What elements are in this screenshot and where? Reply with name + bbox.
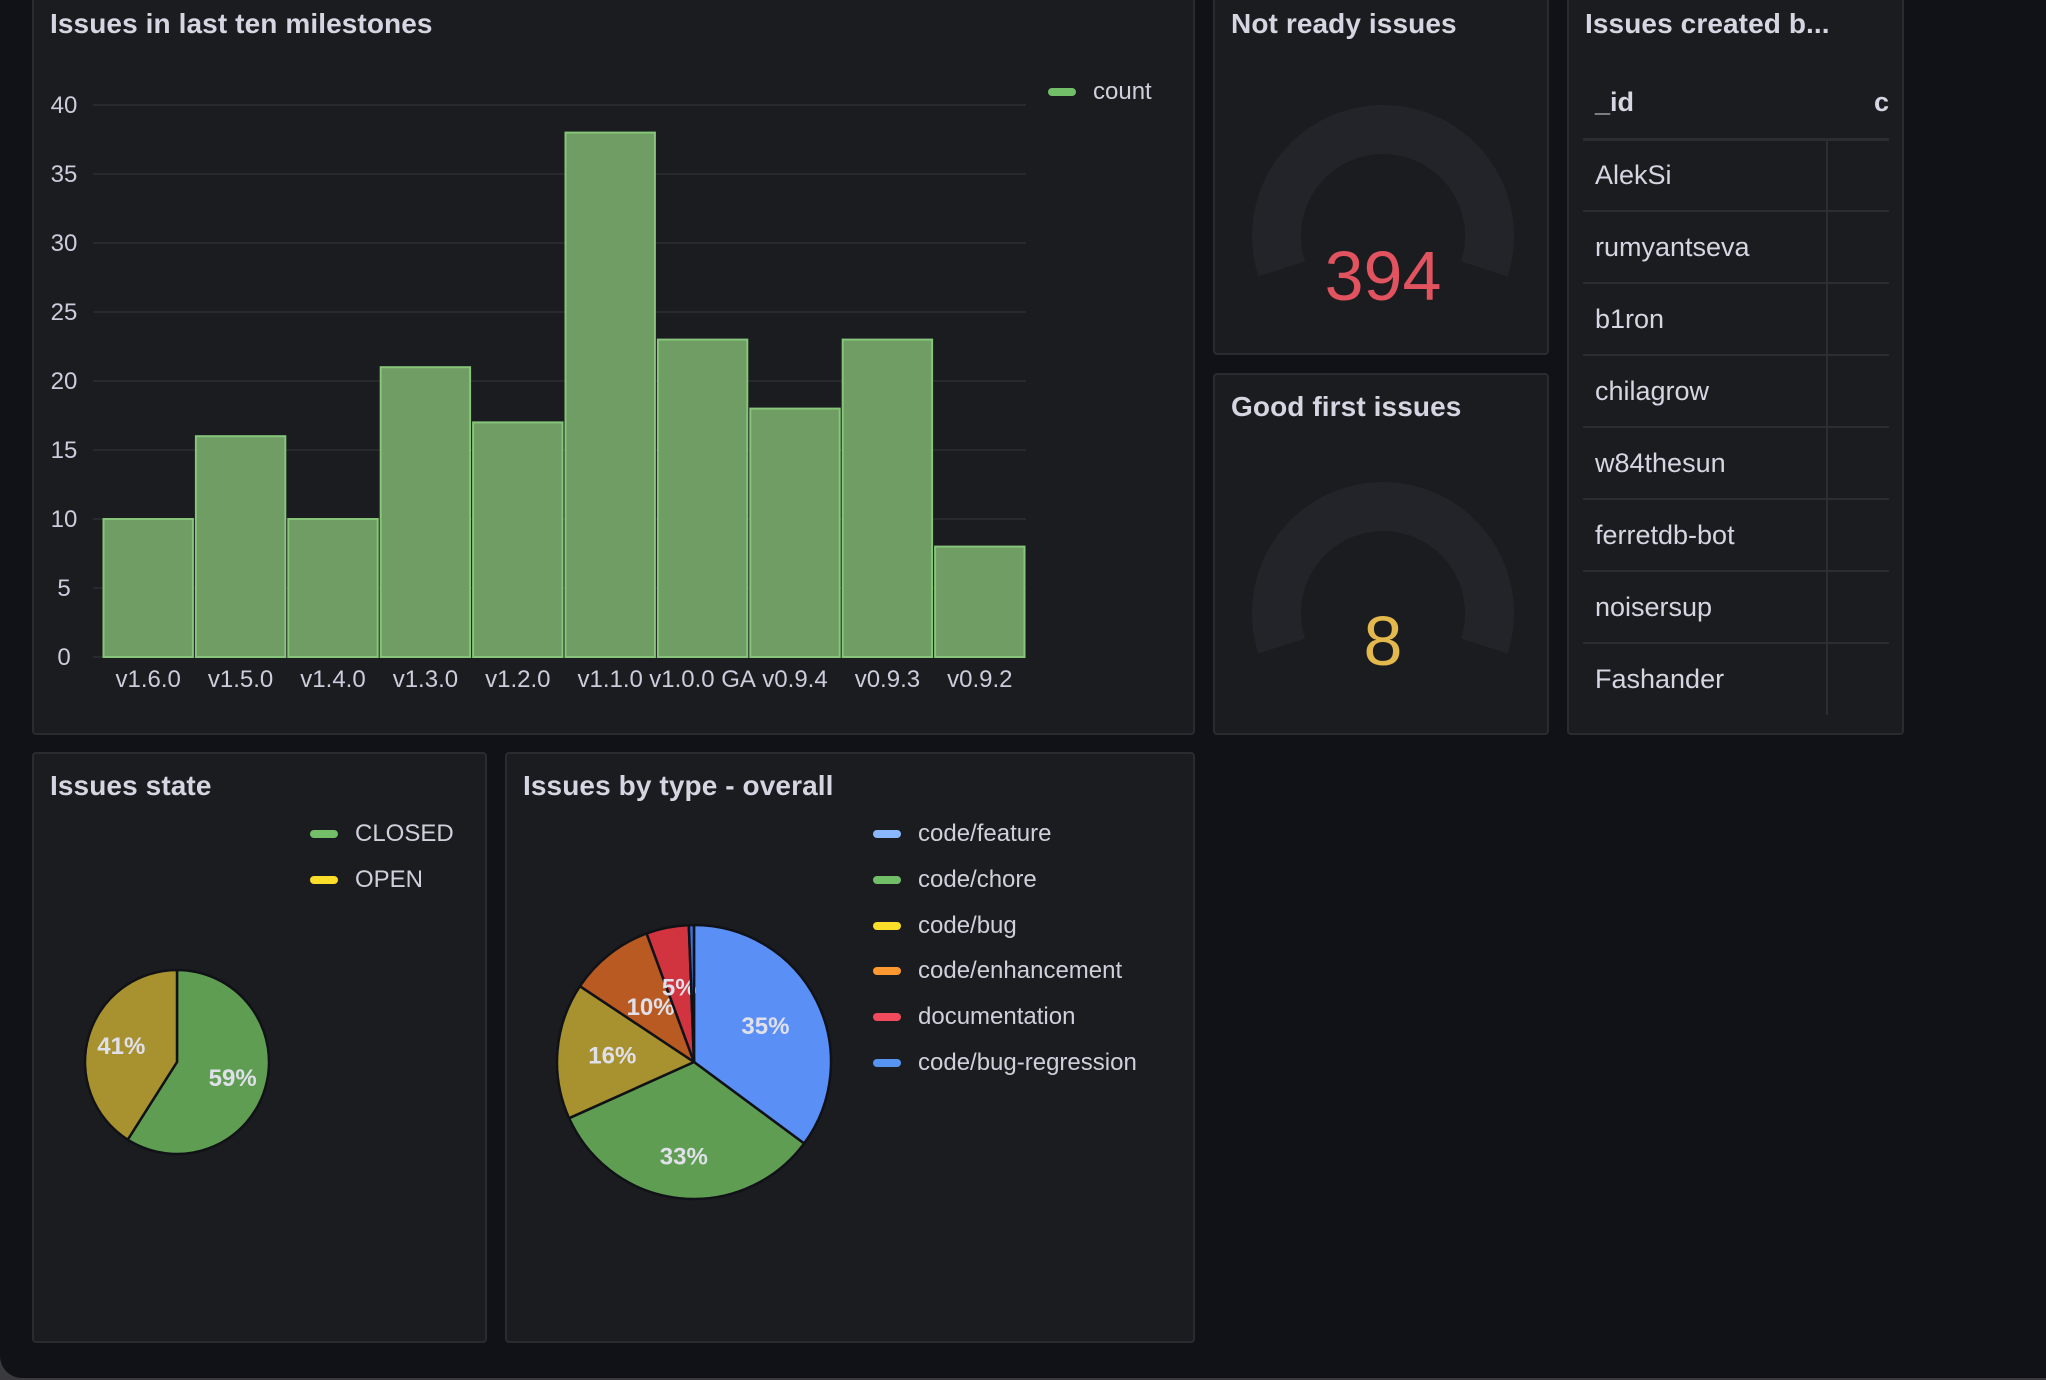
panel-title: Issues created b...: [1585, 8, 1830, 39]
cell-id: noisersup: [1583, 571, 1827, 644]
legend-swatch: [1048, 88, 1076, 96]
bar[interactable]: [287, 518, 379, 658]
cell-id: b1ron: [1583, 283, 1827, 356]
cell-count: [1826, 643, 1889, 715]
cell-count: [1826, 427, 1889, 500]
bar[interactable]: [749, 407, 841, 658]
slice-label: 33%: [660, 1143, 708, 1170]
y-tick-label: 40: [51, 92, 78, 119]
cell-id: AlekSi: [1583, 139, 1827, 212]
slice-label: 59%: [209, 1065, 257, 1092]
x-tick-label: v1.4.0: [300, 666, 365, 693]
cell-count: [1826, 499, 1889, 572]
cell-id: Fashander: [1595, 664, 1725, 694]
panel-not-ready: Not ready issues 394: [1213, 0, 1549, 355]
dashboard-window: Issues in last ten milestones count 0 5 10…: [0, 0, 2046, 1378]
x-tick-label: v1.2.0: [485, 666, 550, 693]
x-tick-label: v0.9.3: [855, 666, 920, 693]
bar[interactable]: [194, 435, 287, 659]
bar[interactable]: [564, 131, 656, 659]
cell-count: [1826, 283, 1889, 356]
bar[interactable]: [656, 338, 749, 658]
y-tick-label: 5: [57, 575, 70, 602]
gauge-value: 8: [1364, 602, 1403, 680]
slice-label: 16%: [588, 1042, 636, 1069]
gauge: 8: [1252, 482, 1514, 680]
slice-label: 41%: [97, 1033, 145, 1060]
bar[interactable]: [934, 545, 1026, 658]
legend-label: count: [1093, 78, 1152, 105]
creators-table: _id c AlekSi rumyantseva b1ron chilagrow w84…: [1583, 68, 1889, 715]
table-row[interactable]: AlekSi: [1583, 139, 1889, 212]
slice-label: 35%: [741, 1013, 789, 1040]
x-tick-label: v1.3.0: [393, 666, 458, 693]
panel-good-first: Good first issues 8: [1213, 373, 1549, 735]
x-tick-label: v1.5.0: [208, 666, 273, 693]
y-tick-label: 15: [51, 437, 78, 464]
y-tick-label: 0: [57, 644, 70, 671]
table-row[interactable]: w84thesun: [1583, 427, 1889, 500]
cell-id: rumyantseva: [1583, 211, 1827, 284]
cell-count: [1826, 211, 1889, 284]
x-tick-label: v0.9.2: [947, 666, 1012, 693]
table-header-row: _id c: [1583, 68, 1889, 141]
gauge: 394: [1252, 105, 1514, 315]
x-tick-label: v1.0.0 GA: [649, 666, 756, 693]
table-row[interactable]: rumyantseva: [1583, 211, 1889, 284]
column-header-count[interactable]: c: [1827, 68, 1889, 141]
table-row[interactable]: chilagrow: [1583, 355, 1889, 428]
x-tick-label: v0.9.4: [762, 666, 827, 693]
column-header-id[interactable]: _id: [1583, 68, 1827, 141]
panel-issues-state: Issues state CLOSED OPEN 59% 41%: [32, 752, 487, 1343]
table-row[interactable]: ferretdb-bot: [1583, 499, 1889, 572]
table-row[interactable]: b1ron: [1583, 283, 1889, 356]
table-row[interactable]: noisersup: [1583, 571, 1889, 644]
bar-chart: 0 5 10 15 20 25 30 35 40 v1.6.0 v1.5.0 v1.4.0 v1.3.0…: [51, 92, 1026, 693]
legend-item-count[interactable]: count: [1048, 78, 1152, 106]
bar[interactable]: [379, 366, 472, 658]
panel-issues-created-by: Issues created b... _id c AlekSi rumyants…: [1567, 0, 1904, 735]
panel-issues-milestones: Issues in last ten milestones count 0 5 10…: [32, 0, 1195, 735]
bar[interactable]: [102, 518, 194, 658]
gauge-value: 394: [1325, 237, 1442, 315]
y-tick-label: 35: [51, 161, 78, 188]
x-tick-label: v1.6.0: [116, 666, 181, 693]
cell-count: [1826, 571, 1889, 644]
cell-id: ferretdb-bot: [1583, 499, 1827, 572]
cell-id: w84thesun: [1583, 427, 1827, 500]
cell-count: [1826, 139, 1889, 212]
y-tick-label: 25: [51, 299, 78, 326]
bar[interactable]: [472, 421, 564, 658]
cell-count: [1826, 355, 1889, 428]
cell-id: chilagrow: [1583, 355, 1827, 428]
table-row[interactable]: Fashander: [1583, 643, 1889, 715]
y-tick-label: 30: [51, 230, 78, 257]
y-tick-label: 10: [51, 506, 78, 533]
pie-chart-state: 59% 41%: [83, 968, 271, 1156]
panel-issues-by-type: Issues by type - overall code/feature cod…: [505, 752, 1195, 1343]
pie-chart-by-type: 35%33%16%10%5%: [555, 923, 833, 1201]
bar[interactable]: [841, 338, 934, 658]
x-tick-label: v1.1.0: [578, 666, 643, 693]
y-tick-label: 20: [51, 368, 78, 395]
